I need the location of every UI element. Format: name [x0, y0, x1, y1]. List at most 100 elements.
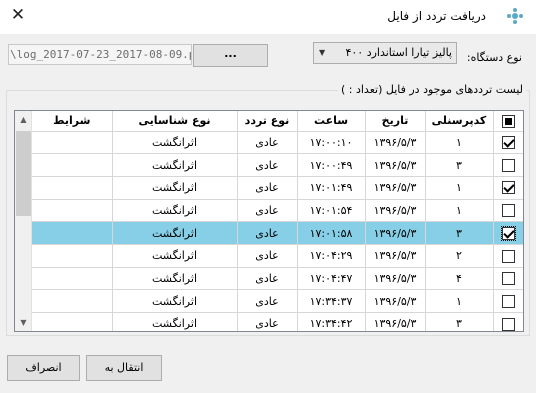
traffic-type-cell: عادی — [237, 312, 298, 331]
condition-cell — [32, 221, 113, 245]
row-checkbox-cell[interactable] — [493, 176, 523, 200]
table-row[interactable]: ۳ ۱۳۹۶/۵/۳ ۱۷:۰۰:۴۹ عادی اثرانگشت — [32, 153, 523, 177]
identification-type-cell: اثرانگشت — [112, 267, 238, 291]
time-cell: ۱۷:۰۰:۴۹ — [297, 153, 366, 177]
row-checkbox-cell[interactable] — [493, 221, 523, 245]
personnel-code-cell: ۱ — [425, 176, 494, 200]
condition-cell — [32, 199, 113, 223]
row-checkbox-cell[interactable] — [493, 267, 523, 291]
personnel-code-cell: ۱ — [425, 199, 494, 223]
personnel-code-cell: ۳ — [425, 153, 494, 177]
identification-type-cell: اثرانگشت — [112, 244, 238, 268]
personnel-code-cell: ۳ — [425, 221, 494, 245]
row-checkbox[interactable] — [502, 158, 515, 172]
row-checkbox-cell[interactable] — [493, 312, 523, 331]
close-icon[interactable]: ✕ — [8, 5, 28, 25]
identification-type-cell: اثرانگشت — [112, 199, 238, 223]
device-type-select[interactable]: پالیز تیارا استاندارد ۴۰۰ ▼ — [313, 42, 457, 64]
time-cell: ۱۷:۳۴:۴۲ — [297, 312, 366, 331]
personnel-code-cell: ۱ — [425, 289, 494, 313]
identification-type-cell: اثرانگشت — [112, 221, 238, 245]
time-cell: ۱۷:۰۱:۵۸ — [297, 221, 366, 245]
date-cell: ۱۳۹۶/۵/۳ — [365, 289, 426, 313]
condition-cell — [32, 131, 113, 155]
row-checkbox[interactable] — [502, 204, 515, 218]
table-row[interactable]: ۱ ۱۳۹۶/۵/۳ ۱۷:۰۱:۵۴ عادی اثرانگشت — [32, 199, 523, 223]
table-row[interactable]: ۱ ۱۳۹۶/۵/۳ ۱۷:۳۴:۳۷ عادی اثرانگشت — [32, 289, 523, 313]
row-checkbox[interactable] — [501, 225, 516, 241]
identification-type-cell: اثرانگشت — [112, 153, 238, 177]
personnel-code-cell: ۱ — [425, 131, 494, 155]
date-cell: ۱۳۹۶/۵/۳ — [365, 267, 426, 291]
table-row[interactable]: ۱ ۱۳۹۶/۵/۳ ۱۷:۰۱:۴۹ عادی اثرانگشت — [32, 176, 523, 200]
table-row[interactable]: ۳ ۱۳۹۶/۵/۳ ۱۷:۰۱:۵۸ عادی اثرانگشت — [32, 221, 523, 245]
select-all-checkbox[interactable] — [502, 114, 515, 128]
date-cell: ۱۳۹۶/۵/۳ — [365, 131, 426, 155]
records-grid[interactable]: ▲ ▼ کدپرسنلی تاریخ ساعت نوع تردد نوع شنا… — [14, 110, 524, 332]
cancel-button[interactable]: انصراف — [7, 355, 80, 381]
records-legend: لیست ترددهای موجود در فایل (تعداد : ) — [337, 83, 526, 96]
time-cell: ۱۷:۰۱:۵۴ — [297, 199, 366, 223]
column-header[interactable]: ساعت — [297, 111, 366, 132]
select-all-header[interactable] — [493, 111, 523, 132]
date-cell: ۱۳۹۶/۵/۳ — [365, 312, 426, 331]
condition-cell — [32, 267, 113, 291]
row-checkbox[interactable] — [502, 272, 515, 286]
scroll-thumb[interactable] — [16, 131, 31, 216]
date-cell: ۱۳۹۶/۵/۳ — [365, 244, 426, 268]
row-checkbox-cell[interactable] — [493, 199, 523, 223]
table-row[interactable]: ۴ ۱۳۹۶/۵/۳ ۱۷:۰۴:۴۷ عادی اثرانگشت — [32, 267, 523, 291]
vertical-scrollbar[interactable]: ▲ ▼ — [15, 111, 32, 331]
records-table: کدپرسنلی تاریخ ساعت نوع تردد نوع شناسایی… — [32, 111, 523, 331]
traffic-type-cell: عادی — [237, 267, 298, 291]
transfer-button[interactable]: انتقال به — [86, 355, 162, 381]
condition-cell — [32, 153, 113, 177]
row-checkbox-cell[interactable] — [493, 289, 523, 313]
condition-cell — [32, 289, 113, 313]
scroll-up-icon[interactable]: ▲ — [15, 111, 32, 128]
table-row[interactable]: ۲ ۱۳۹۶/۵/۳ ۱۷:۰۴:۲۹ عادی اثرانگشت — [32, 244, 523, 268]
date-cell: ۱۳۹۶/۵/۳ — [365, 221, 426, 245]
table-row[interactable]: ۳ ۱۳۹۶/۵/۳ ۱۷:۳۴:۴۲ عادی اثرانگشت — [32, 312, 523, 331]
row-checkbox[interactable] — [502, 317, 515, 331]
scroll-down-icon[interactable]: ▼ — [15, 314, 32, 331]
identification-type-cell: اثرانگشت — [112, 289, 238, 313]
table-header-row: کدپرسنلی تاریخ ساعت نوع تردد نوع شناسایی… — [32, 111, 523, 132]
date-cell: ۱۳۹۶/۵/۳ — [365, 153, 426, 177]
traffic-type-cell: عادی — [237, 153, 298, 177]
column-header[interactable]: نوع شناسایی — [112, 111, 238, 132]
row-checkbox-cell[interactable] — [493, 244, 523, 268]
personnel-code-cell: ۳ — [425, 312, 494, 331]
identification-type-cell: اثرانگشت — [112, 131, 238, 155]
time-cell: ۱۷:۳۴:۳۷ — [297, 289, 366, 313]
row-checkbox-cell[interactable] — [493, 131, 523, 155]
traffic-type-cell: عادی — [237, 176, 298, 200]
condition-cell — [32, 312, 113, 331]
table-row[interactable]: ۱ ۱۳۹۶/۵/۳ ۱۷:۰۰:۱۰ عادی اثرانگشت — [32, 131, 523, 155]
condition-cell — [32, 244, 113, 268]
row-checkbox[interactable] — [502, 294, 515, 308]
column-header[interactable]: کدپرسنلی — [425, 111, 494, 132]
column-header[interactable]: شرایط — [32, 111, 113, 132]
browse-button[interactable]: ... — [193, 44, 268, 67]
device-type-label: نوع دستگاه: — [466, 51, 522, 64]
row-checkbox[interactable] — [502, 181, 515, 195]
condition-cell — [32, 176, 113, 200]
traffic-type-cell: عادی — [237, 131, 298, 155]
identification-type-cell: اثرانگشت — [112, 312, 238, 331]
personnel-code-cell: ۲ — [425, 244, 494, 268]
window-title: دریافت تردد از فایل — [387, 9, 486, 23]
time-cell: ۱۷:۰۴:۲۹ — [297, 244, 366, 268]
column-header[interactable]: نوع تردد — [237, 111, 298, 132]
time-cell: ۱۷:۰۰:۱۰ — [297, 131, 366, 155]
time-cell: ۱۷:۰۱:۴۹ — [297, 176, 366, 200]
row-checkbox[interactable] — [502, 249, 515, 263]
row-checkbox-cell[interactable] — [493, 153, 523, 177]
app-logo-icon — [507, 8, 523, 24]
personnel-code-cell: ۴ — [425, 267, 494, 291]
file-path-field[interactable]: \log_2017-07-23_2017-08-09.pgp — [8, 44, 192, 65]
row-checkbox[interactable] — [502, 136, 515, 150]
column-header[interactable]: تاریخ — [365, 111, 426, 132]
traffic-type-cell: عادی — [237, 221, 298, 245]
time-cell: ۱۷:۰۴:۴۷ — [297, 267, 366, 291]
